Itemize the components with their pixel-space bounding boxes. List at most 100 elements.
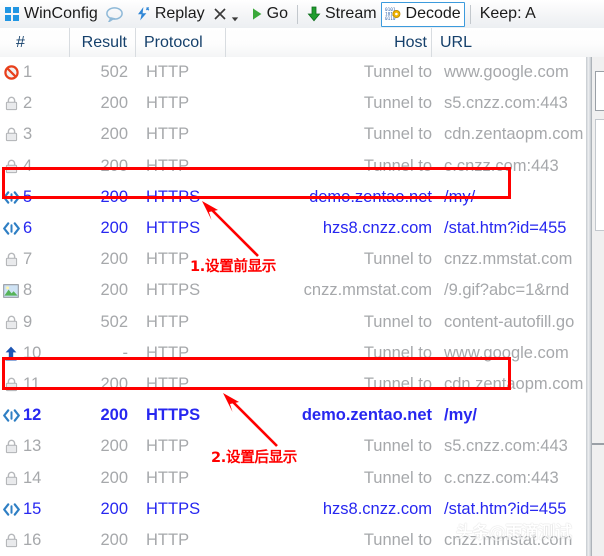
session-url: cdn.zentaopm.com <box>444 374 584 393</box>
session-url: cnzz.mmstat.com <box>444 530 573 549</box>
session-num: 15 <box>23 499 42 518</box>
session-host: Tunnel to <box>363 343 432 362</box>
session-num: 9 <box>23 312 33 331</box>
session-result: 200 <box>100 219 128 238</box>
table-row[interactable]: 7 200 HTTP Tunnel to cnzz.mmstat.com <box>0 244 586 275</box>
column-header-num[interactable]: # <box>0 28 70 57</box>
code-icon <box>0 222 22 235</box>
table-row[interactable]: 14 200 HTTP Tunnel to c.cnzz.com:443 <box>0 462 586 493</box>
lock-icon <box>0 533 22 548</box>
session-result: 200 <box>100 499 128 518</box>
session-url: c.cnzz.com:443 <box>444 468 559 487</box>
session-url: cdn.zentaopm.com <box>444 125 584 144</box>
toolbar-winconfig-button[interactable]: WinConfig <box>0 2 102 26</box>
session-host: demo.zentao.net <box>301 406 432 425</box>
upload-icon <box>0 346 22 361</box>
right-panel-divider <box>592 443 604 445</box>
toolbar-comment-button[interactable] <box>102 2 131 26</box>
replay-label: Replay <box>154 5 205 22</box>
session-result: 502 <box>100 63 128 82</box>
fiddler-window: WinConfig Replay Go Stream 0101 1010 011… <box>0 0 604 556</box>
session-url: /my/ <box>444 406 478 425</box>
toolbar-separator-1 <box>296 4 298 24</box>
table-row[interactable]: 16 200 HTTP Tunnel to cnzz.mmstat.com <box>0 525 586 556</box>
session-host: Tunnel to <box>363 312 432 331</box>
session-host: cnzz.mmstat.com <box>303 281 432 300</box>
image-icon <box>0 284 22 298</box>
table-row[interactable]: 5 200 HTTPS demo.zentao.net/my/ <box>0 182 586 213</box>
toolbar-decode-button[interactable]: 0101 1010 0110 Decode <box>380 1 465 27</box>
annotation-label-after: 2.设置后显示 <box>211 450 297 466</box>
session-protocol: HTTPS <box>146 219 201 238</box>
session-result: 502 <box>100 312 128 331</box>
column-header-host[interactable]: Host <box>226 28 432 57</box>
session-url: /stat.htm?id=455 <box>444 219 567 238</box>
table-row[interactable]: 12 200 HTTPS demo.zentao.net/my/ <box>0 400 586 431</box>
session-url: s5.cnzz.com:443 <box>444 94 568 113</box>
toolbar-stream-button[interactable]: Stream <box>303 2 381 26</box>
session-result: 200 <box>100 94 128 113</box>
session-result: 200 <box>100 437 128 456</box>
table-row[interactable]: 1 502 HTTP Tunnel to www.google.com <box>0 57 586 88</box>
session-host: Tunnel to <box>363 94 432 113</box>
table-row[interactable]: 6 200 HTTPS hzs8.cnzz.com/stat.htm?id=455 <box>0 213 586 244</box>
toolbar-keep-button[interactable]: Keep: A <box>476 2 540 26</box>
lock-icon <box>0 471 22 486</box>
lock-icon <box>0 159 22 174</box>
session-host: Tunnel to <box>363 530 432 549</box>
chevron-down-icon[interactable] <box>231 10 239 22</box>
toolbar-remove-button[interactable] <box>209 2 247 26</box>
table-row[interactable]: 3 200 HTTP Tunnel to cdn.zentaopm.com <box>0 119 586 150</box>
session-list[interactable]: 1 502 HTTP Tunnel to www.google.com 2 200 HTTP T… <box>0 57 586 556</box>
session-protocol: HTTP <box>146 374 190 393</box>
session-result: 200 <box>100 156 128 175</box>
lock-icon <box>0 439 22 454</box>
session-num: 11 <box>23 374 41 393</box>
annotation-label-before: 1.设置前显示 <box>190 259 276 275</box>
play-icon <box>251 7 263 21</box>
session-protocol: HTTP <box>146 63 190 82</box>
column-header-url[interactable]: URL <box>432 28 582 57</box>
table-row[interactable]: 8 200 HTTPS cnzz.mmstat.com/9.gif?abc=1&rnd <box>0 275 586 306</box>
table-row[interactable]: 15 200 HTTPS hzs8.cnzz.com/stat.htm?id=455 <box>0 494 586 525</box>
session-result: 200 <box>100 125 128 144</box>
session-result: 200 <box>100 468 128 487</box>
session-num: 14 <box>23 468 42 487</box>
table-row[interactable]: 9 502 HTTP Tunnel to content-autofill.go <box>0 307 586 338</box>
lock-icon <box>0 96 22 111</box>
toolbar-replay-button[interactable]: Replay <box>131 2 209 26</box>
session-url: cnzz.mmstat.com <box>444 250 573 269</box>
decode-icon: 0101 1010 0110 <box>385 6 402 22</box>
comment-bubble-icon <box>105 6 123 24</box>
session-protocol: HTTP <box>146 343 190 362</box>
right-panel-box-top <box>595 71 604 111</box>
session-num: 4 <box>23 156 33 175</box>
session-num: 2 <box>23 94 33 113</box>
table-row[interactable]: 2 200 HTTP Tunnel to s5.cnzz.com:443 <box>0 88 586 119</box>
session-result: 200 <box>100 281 128 300</box>
session-url: /my/ <box>444 187 476 206</box>
session-host: Tunnel to <box>363 63 432 82</box>
session-protocol: HTTPS <box>146 499 201 518</box>
code-icon <box>0 409 22 422</box>
column-header-protocol[interactable]: Protocol <box>136 28 226 57</box>
column-header-result[interactable]: Result <box>70 28 136 57</box>
session-protocol: HTTPS <box>146 406 201 425</box>
session-result: 200 <box>100 250 128 269</box>
keep-label: Keep: A <box>479 5 536 22</box>
table-row[interactable]: 10 - HTTP Tunnel to www.google.com <box>0 338 586 369</box>
lock-icon <box>0 377 22 392</box>
session-protocol: HTTPS <box>146 281 201 300</box>
table-row[interactable]: 4 200 HTTP Tunnel to c.cnzz.com:443 <box>0 151 586 182</box>
session-num: 1 <box>23 63 33 82</box>
session-protocol: HTTP <box>146 94 190 113</box>
session-result: 200 <box>100 406 128 425</box>
session-num: 10 <box>23 343 42 362</box>
session-num: 8 <box>23 281 33 300</box>
session-result: - <box>122 343 129 362</box>
toolbar-go-button[interactable]: Go <box>247 2 292 26</box>
session-host: Tunnel to <box>363 468 432 487</box>
table-row[interactable]: 11 200 HTTP Tunnel to cdn.zentaopm.com <box>0 369 586 400</box>
session-num: 16 <box>23 530 42 549</box>
right-panel-box-body <box>595 119 604 231</box>
